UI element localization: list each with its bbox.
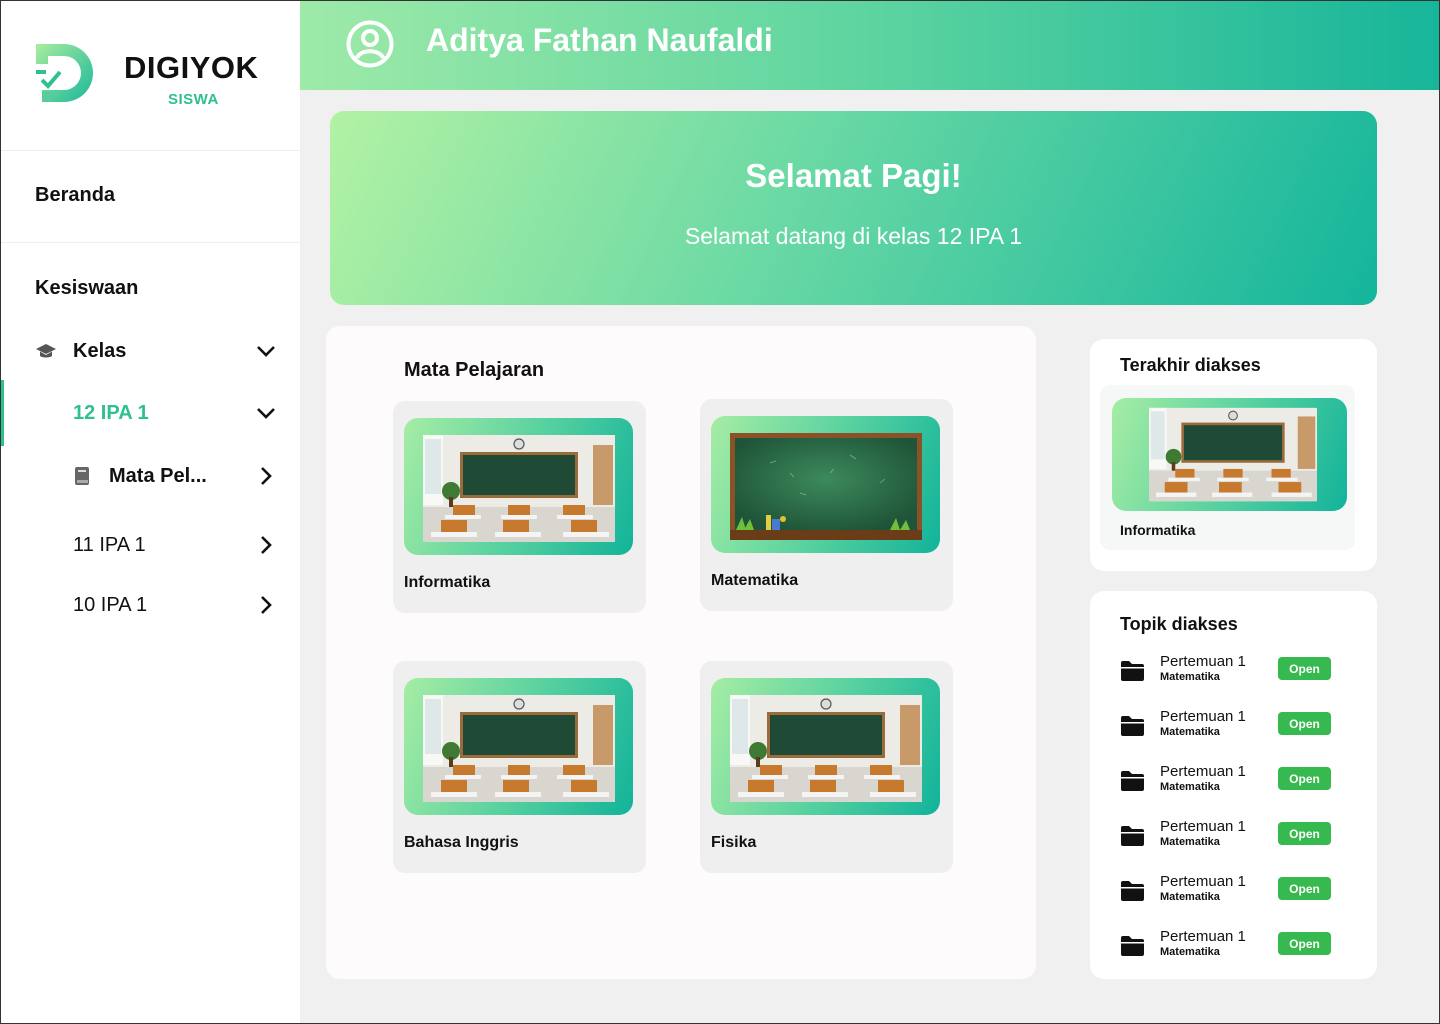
topic-title: Pertemuan 1 (1160, 928, 1246, 945)
topic-title: Pertemuan 1 (1160, 873, 1246, 890)
brand-subtitle: SISWA (168, 91, 219, 108)
subject-card-matematika[interactable]: Matematika (700, 399, 953, 611)
chalkboard-image (730, 433, 922, 540)
nav-class-11-ipa-1-label: 11 IPA 1 (73, 533, 146, 556)
user-avatar-icon[interactable] (346, 20, 394, 68)
chevron-right-icon[interactable] (254, 593, 278, 617)
classroom-image (423, 695, 615, 802)
topics-title: Topik diakses (1120, 614, 1238, 634)
topic-title: Pertemuan 1 (1160, 653, 1246, 670)
chevron-right-icon[interactable] (254, 533, 278, 557)
topic-subject: Matematika (1160, 726, 1220, 738)
subject-thumbnail (404, 418, 633, 555)
topic-subject: Matematika (1160, 781, 1220, 793)
subject-name: Fisika (711, 834, 757, 851)
user-name: Aditya Fathan Naufaldi (426, 22, 773, 58)
topic-subject: Matematika (1160, 946, 1220, 958)
nav-mata-pelajaran[interactable]: Mata Pel... (0, 456, 300, 496)
digiyok-logo-icon[interactable] (36, 44, 96, 106)
subject-name: Matematika (711, 572, 799, 589)
subject-name: Bahasa Inggris (404, 834, 519, 851)
subject-card-bahasa-inggris[interactable]: Bahasa Inggris (393, 661, 646, 873)
topic-title: Pertemuan 1 (1160, 818, 1246, 835)
recent-title: Terakhir diakses (1120, 355, 1261, 375)
subjects-title: Mata Pelajaran (404, 359, 545, 381)
nav-kelas-label: Kelas (73, 339, 127, 362)
topic-item: Pertemuan 1 Matematika Open (1120, 928, 1340, 968)
subject-thumbnail (404, 678, 633, 815)
greeting-title: Selamat Pagi! (745, 157, 962, 194)
sidebar: DIGIYOK SISWA Beranda Kesiswaan Kelas 12… (0, 0, 300, 1024)
recent-thumbnail (1112, 398, 1347, 511)
topic-item: Pertemuan 1 Matematika Open (1120, 818, 1340, 858)
recent-subject-name: Informatika (1120, 522, 1196, 538)
subject-card-fisika[interactable]: Fisika (700, 661, 953, 873)
subject-name: Informatika (404, 574, 491, 591)
folder-icon (1121, 936, 1144, 956)
classroom-image (423, 435, 615, 542)
topic-subject: Matematika (1160, 671, 1220, 683)
open-button[interactable]: Open (1278, 822, 1331, 845)
open-button[interactable]: Open (1278, 767, 1331, 790)
subject-card-informatika[interactable]: Informatika (393, 401, 646, 613)
nav-class-12-ipa-1-label: 12 IPA 1 (73, 401, 149, 424)
chevron-down-icon[interactable] (254, 339, 278, 363)
nav-beranda[interactable]: Beranda (35, 184, 115, 207)
topic-title: Pertemuan 1 (1160, 763, 1246, 780)
nav-class-10-ipa-1-label: 10 IPA 1 (73, 593, 148, 616)
chevron-right-icon[interactable] (254, 464, 278, 488)
greeting-banner: Selamat Pagi! Selamat datang di kelas 12… (330, 111, 1377, 305)
nav-class-11-ipa-1[interactable]: 11 IPA 1 (0, 525, 300, 565)
nav-kelas[interactable]: Kelas (0, 331, 300, 371)
topic-title: Pertemuan 1 (1160, 708, 1246, 725)
folder-icon (1121, 826, 1144, 846)
divider (0, 242, 300, 243)
folder-icon (1121, 881, 1144, 901)
brand-name: DIGIYOK (124, 50, 259, 85)
open-button[interactable]: Open (1278, 657, 1331, 680)
subject-thumbnail (711, 416, 940, 553)
nav-class-12-ipa-1[interactable]: 12 IPA 1 (0, 393, 300, 433)
divider (0, 150, 300, 151)
folder-icon (1121, 661, 1144, 681)
greeting-subtitle: Selamat datang di kelas 12 IPA 1 (684, 223, 1023, 249)
recent-card[interactable]: Informatika (1100, 385, 1355, 550)
book-icon (75, 467, 89, 485)
open-button[interactable]: Open (1278, 877, 1331, 900)
folder-icon (1121, 716, 1144, 736)
topic-item: Pertemuan 1 Matematika Open (1120, 763, 1340, 803)
classroom-image (1149, 407, 1317, 502)
folder-icon (1121, 771, 1144, 791)
topic-item: Pertemuan 1 Matematika Open (1120, 653, 1340, 693)
nav-section-kesiswaan: Kesiswaan (35, 277, 139, 299)
topic-subject: Matematika (1160, 836, 1220, 848)
classroom-image (730, 695, 922, 802)
nav-class-10-ipa-1[interactable]: 10 IPA 1 (0, 585, 300, 625)
nav-mata-pelajaran-label: Mata Pel... (109, 464, 207, 487)
topic-subject: Matematika (1160, 891, 1220, 903)
open-button[interactable]: Open (1278, 932, 1331, 955)
open-button[interactable]: Open (1278, 712, 1331, 735)
graduation-cap-icon (36, 344, 56, 358)
subject-thumbnail (711, 678, 940, 815)
chevron-down-icon[interactable] (254, 401, 278, 425)
topic-item: Pertemuan 1 Matematika Open (1120, 708, 1340, 748)
topic-item: Pertemuan 1 Matematika Open (1120, 873, 1340, 913)
